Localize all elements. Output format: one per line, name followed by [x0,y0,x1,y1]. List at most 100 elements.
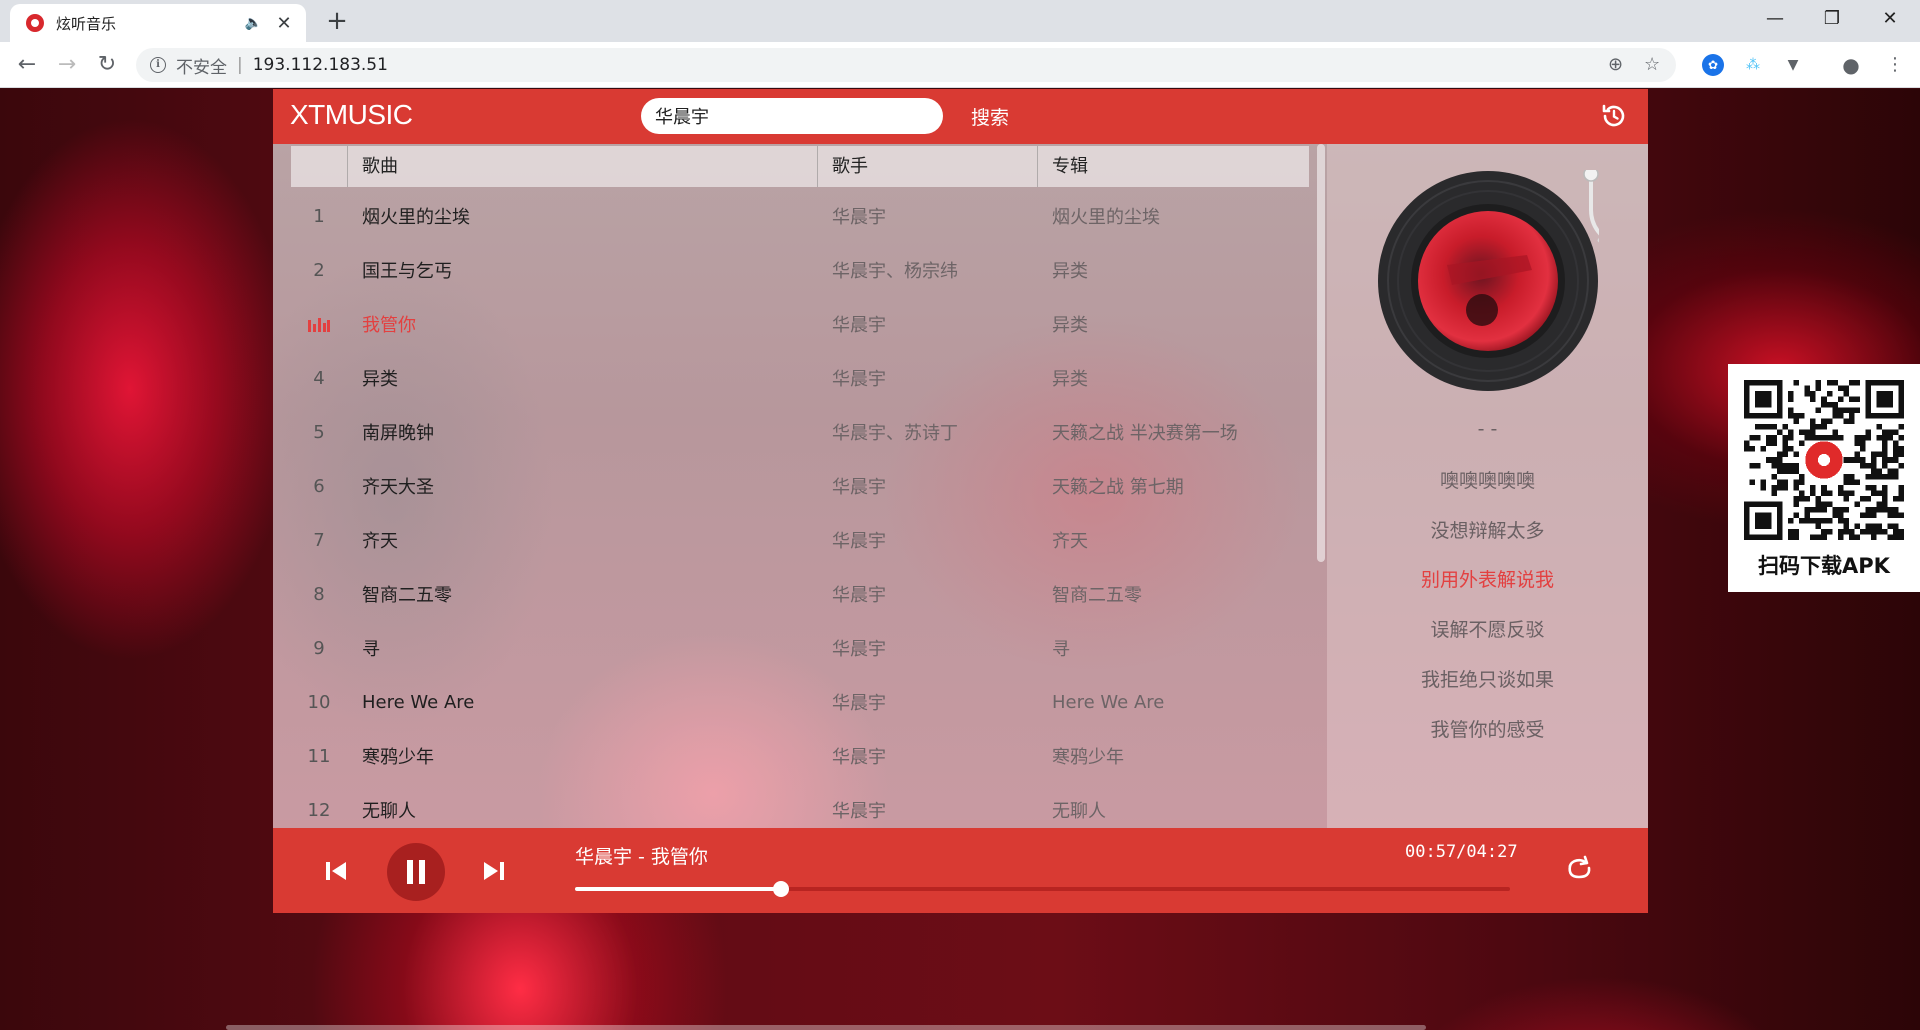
pause-button[interactable] [387,843,445,901]
back-arrow-icon[interactable]: ← [12,50,42,80]
progress-bar[interactable] [575,881,1510,897]
song-index: 7 [313,529,325,551]
song-album: 智商二五零 [1052,585,1142,606]
column-header-album: 专辑 [1037,146,1309,187]
song-album: Here We Are [1052,691,1165,713]
bookmark-star-icon[interactable]: ☆ [1644,48,1660,82]
playback-time: 00:57/04:27 [1405,842,1518,862]
url-separator: | [237,55,243,75]
song-title[interactable]: Here We Are [347,692,817,713]
lyric-line: 我管你的感受 [1430,718,1545,741]
extension-vpn-icon[interactable]: ▼ [1782,54,1804,76]
new-tab-button[interactable]: + [322,6,352,36]
song-row[interactable]: 12 无聊人 华晨宇 无聊人 [291,783,1309,828]
song-singer: 华晨宇、杨宗纬 [832,261,958,282]
song-title[interactable]: 寻 [347,635,817,661]
song-singer: 华晨宇 [832,369,886,390]
song-title[interactable]: 异类 [347,365,817,391]
lyric-line: 误解不愿反驳 [1430,619,1545,642]
song-index: 12 [307,799,331,821]
music-favicon-icon [26,14,44,32]
minimize-window-icon[interactable]: — [1747,0,1803,38]
song-index: 5 [313,421,325,443]
browser-tab[interactable]: 炫听音乐 🔈 ✕ [10,4,306,42]
previous-track-button[interactable] [323,858,349,884]
song-title[interactable]: 寒鸦少年 [347,743,817,769]
column-header-index [291,146,347,187]
pause-icon [407,860,425,884]
progress-handle[interactable] [772,881,789,897]
now-playing-indicator [291,314,347,335]
song-title[interactable]: 我管你 [347,311,817,337]
song-singer: 华晨宇 [832,801,886,822]
repeat-mode-icon[interactable] [1563,853,1595,885]
app-header: XTMUSIC 搜索 [273,89,1648,144]
song-title[interactable]: 智商二五零 [347,581,817,607]
tab-title: 炫听音乐 [56,14,117,33]
song-row[interactable]: 7 齐天 华晨宇 齐天 [291,513,1309,567]
song-album: 天籁之战 半决赛第一场 [1052,423,1238,444]
lyric-line: - - [1477,418,1498,440]
song-index: 10 [307,691,331,713]
song-title[interactable]: 南屏晚钟 [347,419,817,445]
extension-tools-icon[interactable]: ⁂ [1742,54,1764,76]
song-index: 9 [313,637,325,659]
url-text[interactable]: 193.112.183.51 [253,55,388,75]
song-row[interactable]: 9 寻华晨宇寻 [291,621,1309,675]
song-album: 烟火里的尘埃 [1052,207,1160,228]
profile-avatar-icon[interactable]: ● [1840,54,1862,76]
song-list: 歌曲 歌手 专辑 1 烟火里的尘埃 华晨宇 烟火里的尘埃 2 国王与乞丐 华晨宇、杨宗纬异类… [273,144,1327,828]
song-singer: 华晨宇 [832,531,886,552]
address-bar[interactable]: i 不安全 | 193.112.183.51 ⊕ ☆ [136,48,1676,82]
song-list-header: 歌曲 歌手 专辑 [291,146,1309,187]
restore-window-icon[interactable]: ❐ [1804,0,1860,38]
song-list-scrollbar[interactable] [1317,144,1325,562]
song-title[interactable]: 齐天 [347,527,817,553]
song-album: 无聊人 [1052,801,1106,822]
song-title[interactable]: 齐天大圣 [347,473,817,499]
song-row[interactable]: 11 寒鸦少年 华晨宇 寒鸦少年 [291,729,1309,783]
browser-menu-icon[interactable]: ⋮ [1884,54,1906,76]
download-apk-card[interactable]: 扫码下载APK [1728,364,1920,592]
song-album: 齐天 [1052,531,1088,552]
song-row[interactable]: 2 国王与乞丐 华晨宇、杨宗纬 异类 [291,243,1309,297]
history-icon[interactable] [1599,101,1629,131]
song-album: 异类 [1052,315,1088,336]
song-index: 2 [313,259,325,281]
search-input[interactable] [641,98,943,134]
song-row[interactable]: 10 Here We Are 华晨宇 Here We Are [291,675,1309,729]
page-horizontal-scrollbar[interactable] [226,1025,1426,1030]
song-singer: 华晨宇 [832,207,886,228]
song-row[interactable]: 1 烟火里的尘埃 华晨宇 烟火里的尘埃 [291,189,1309,243]
song-singer: 华晨宇 [832,693,886,714]
song-row[interactable]: 5 南屏晚钟 华晨宇、苏诗丁 天籁之战 半决赛第一场 [291,405,1309,459]
song-title[interactable]: 烟火里的尘埃 [347,203,817,229]
lyric-line: 没想辩解太多 [1430,519,1545,542]
progress-fill [575,887,781,891]
now-playing-title: 华晨宇 - 我管你 [575,846,708,868]
song-row[interactable]: 8 智商二五零 华晨宇 智商二五零 [291,567,1309,621]
lyric-line: 噢噢噢噢噢 [1439,469,1535,492]
song-title[interactable]: 无聊人 [347,797,817,823]
song-row[interactable]: 4 异类 华晨宇 异类 [291,351,1309,405]
song-singer: 华晨宇 [832,585,886,606]
search-button[interactable]: 搜索 [971,103,1009,130]
song-singer: 华晨宇 [832,477,886,498]
speaker-mute-icon[interactable]: 🔈 [245,15,262,31]
music-player-app: XTMUSIC 搜索 歌曲 歌手 专辑 1烟火里的尘埃华晨宇烟火里的尘埃 2 国王与… [273,89,1648,913]
forward-arrow-icon[interactable]: → [52,50,82,80]
reload-icon[interactable]: ↻ [92,50,122,80]
song-singer: 华晨宇 [832,315,886,336]
song-index: 4 [313,367,325,389]
extension-translate-icon[interactable]: ✿ [1702,54,1724,76]
song-row[interactable]: 我管你 华晨宇 异类 [291,297,1309,351]
close-window-icon[interactable]: ✕ [1862,0,1918,38]
close-tab-icon[interactable]: ✕ [274,13,294,34]
vinyl-disc [1378,170,1599,391]
next-track-button[interactable] [481,858,507,884]
song-singer: 华晨宇 [832,747,886,768]
site-info-icon[interactable]: i [150,57,166,73]
song-row[interactable]: 6 齐天大圣 华晨宇 天籁之战 第七期 [291,459,1309,513]
zoom-icon[interactable]: ⊕ [1608,48,1623,82]
song-title[interactable]: 国王与乞丐 [347,257,817,283]
